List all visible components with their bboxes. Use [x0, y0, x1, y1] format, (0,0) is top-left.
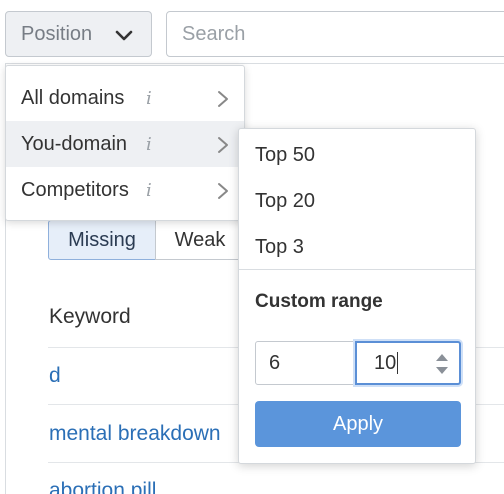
- option-top-50[interactable]: Top 50: [239, 132, 475, 178]
- keyword-link[interactable]: d: [49, 364, 61, 388]
- column-header-keyword: Keyword: [49, 305, 131, 328]
- chevron-down-icon: [114, 26, 134, 52]
- info-icon[interactable]: i: [146, 88, 152, 109]
- chevron-right-icon: [216, 181, 230, 207]
- segment-weak[interactable]: Weak: [155, 220, 245, 260]
- menu-item-you-domain[interactable]: You-domain i: [6, 121, 244, 167]
- position-menu: All domains i You-domain i Competitors i: [5, 65, 245, 221]
- info-icon[interactable]: i: [146, 134, 152, 155]
- spinner-arrows-icon[interactable]: [435, 352, 449, 382]
- you-domain-submenu: Top 50 Top 20 Top 3 Custom range 6 10 Ap…: [238, 128, 476, 464]
- apply-button[interactable]: Apply: [255, 401, 461, 447]
- position-label: Position: [21, 22, 93, 45]
- chevron-right-icon: [216, 89, 230, 115]
- option-top-20[interactable]: Top 20: [239, 178, 475, 224]
- position-dropdown-button[interactable]: Position: [5, 11, 152, 57]
- range-to-input[interactable]: 10: [355, 341, 461, 385]
- text-caret: [397, 352, 399, 374]
- info-icon[interactable]: i: [146, 180, 152, 201]
- search-input[interactable]: Search: [166, 11, 504, 57]
- keyword-link[interactable]: abortion pill: [49, 479, 156, 494]
- keyword-link[interactable]: mental breakdown: [49, 422, 221, 446]
- menu-item-all-domains[interactable]: All domains i: [6, 75, 244, 121]
- segment-missing[interactable]: Missing: [48, 220, 156, 260]
- range-from-input[interactable]: 6: [255, 341, 357, 385]
- option-top-3[interactable]: Top 3: [239, 224, 475, 270]
- chevron-right-icon: [216, 135, 230, 161]
- submenu-divider: [239, 269, 475, 270]
- menu-item-competitors[interactable]: Competitors i: [6, 167, 244, 213]
- custom-range-label: Custom range: [255, 291, 383, 312]
- search-placeholder: Search: [182, 22, 246, 45]
